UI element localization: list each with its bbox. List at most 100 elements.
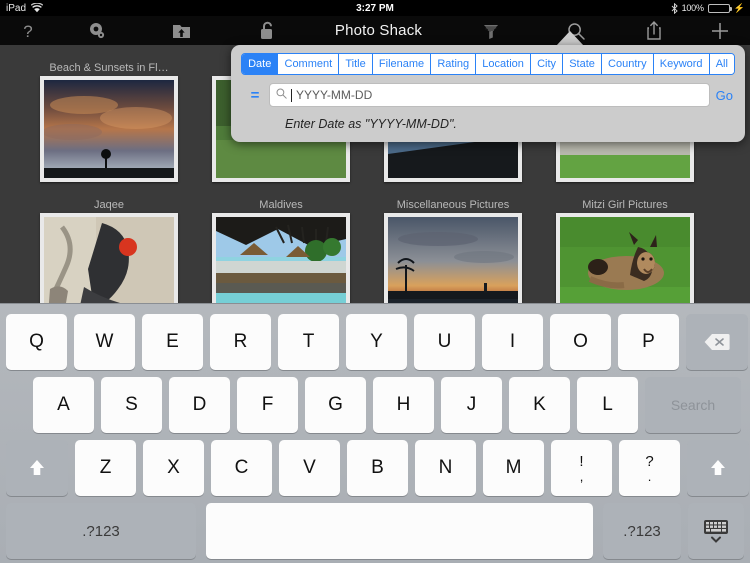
- text-caret: [291, 88, 292, 102]
- help-button[interactable]: ?: [0, 16, 56, 45]
- segment-location[interactable]: Location: [476, 54, 531, 74]
- charging-bolt-icon: ⚡: [733, 2, 745, 13]
- segment-city[interactable]: City: [530, 54, 564, 74]
- battery-charging-icon: [707, 3, 732, 13]
- add-button[interactable]: [690, 16, 750, 45]
- key-l[interactable]: L: [577, 377, 638, 433]
- key-s[interactable]: S: [101, 377, 162, 433]
- album-item[interactable]: Maldives: [195, 198, 367, 303]
- album-thumb-frame: [556, 213, 694, 303]
- album-thumb-frame: [40, 76, 178, 182]
- key-question-period[interactable]: ? .: [619, 440, 680, 496]
- upload-folder-button[interactable]: [138, 16, 224, 45]
- segment-state[interactable]: State: [563, 54, 602, 74]
- key-q[interactable]: Q: [6, 314, 67, 370]
- filter-button[interactable]: [448, 16, 533, 45]
- numeric-right-key[interactable]: .?123: [603, 503, 681, 559]
- key-m[interactable]: M: [483, 440, 544, 496]
- search-hint: Enter Date as "YYYY-MM-DD".: [285, 117, 457, 131]
- funnel-icon: [481, 21, 501, 41]
- search-row: = YYYY-MM-DD Go: [241, 82, 735, 108]
- key-period-label: .: [647, 468, 652, 484]
- album-label: Beach & Sunsets in Fl…: [49, 62, 169, 74]
- search-scope-segmented-control[interactable]: Date Comment Title Filename Rating Locat…: [241, 53, 735, 75]
- onscreen-keyboard: Q W E R T Y U I O P A S D F G H J K L Se…: [0, 303, 750, 563]
- share-button[interactable]: [618, 16, 690, 45]
- bluetooth-icon: [671, 2, 678, 14]
- shift-right-key[interactable]: [687, 440, 749, 496]
- go-button[interactable]: Go: [716, 88, 735, 103]
- album-label: Miscellaneous Pictures: [396, 199, 510, 211]
- album-item[interactable]: Jaqee: [23, 198, 195, 303]
- segment-country[interactable]: Country: [601, 54, 654, 74]
- segment-title[interactable]: Title: [339, 54, 373, 74]
- key-k[interactable]: K: [509, 377, 570, 433]
- key-exclamation-label: !: [579, 452, 584, 470]
- key-f[interactable]: F: [237, 377, 298, 433]
- album-item[interactable]: Beach & Sunsets in Fl…: [23, 61, 195, 187]
- album-item[interactable]: Mitzi Girl Pictures: [539, 198, 711, 303]
- segment-all[interactable]: All: [709, 54, 734, 74]
- search-key[interactable]: Search: [645, 377, 741, 433]
- album-label: Maldives: [259, 199, 303, 211]
- key-o[interactable]: O: [550, 314, 611, 370]
- key-v[interactable]: V: [279, 440, 340, 496]
- key-b[interactable]: B: [347, 440, 408, 496]
- search-icon: [276, 86, 287, 104]
- key-a[interactable]: A: [33, 377, 94, 433]
- album-thumbnail: [44, 80, 174, 178]
- key-n[interactable]: N: [415, 440, 476, 496]
- status-right: 100% ⚡: [671, 2, 745, 14]
- key-d[interactable]: D: [169, 377, 230, 433]
- numeric-left-key[interactable]: .?123: [6, 503, 196, 559]
- unlocked-padlock-icon: [258, 20, 276, 41]
- search-input[interactable]: YYYY-MM-DD: [269, 83, 710, 107]
- key-y[interactable]: Y: [346, 314, 407, 370]
- hide-keyboard-key[interactable]: [688, 503, 744, 559]
- hide-keyboard-icon: [701, 517, 731, 545]
- status-clock: 3:27 PM: [356, 2, 394, 14]
- settings-button[interactable]: [56, 16, 138, 45]
- key-g[interactable]: G: [305, 377, 366, 433]
- battery-percent: 100%: [681, 3, 704, 13]
- shift-arrow-up-icon: [26, 457, 48, 479]
- segment-keyword[interactable]: Keyword: [653, 54, 710, 74]
- popover-arrow: [556, 31, 584, 46]
- equals-icon[interactable]: =: [241, 88, 269, 103]
- segment-comment[interactable]: Comment: [278, 54, 340, 74]
- lock-button[interactable]: [224, 16, 309, 45]
- key-i[interactable]: I: [482, 314, 543, 370]
- plus-icon: [709, 20, 731, 42]
- space-key[interactable]: [206, 503, 593, 559]
- key-r[interactable]: R: [210, 314, 271, 370]
- key-j[interactable]: J: [441, 377, 502, 433]
- search-popover: Date Comment Title Filename Rating Locat…: [231, 45, 745, 142]
- segment-date[interactable]: Date: [242, 54, 279, 74]
- key-z[interactable]: Z: [75, 440, 136, 496]
- segment-rating[interactable]: Rating: [431, 54, 477, 74]
- album-thumb-frame: [40, 213, 178, 303]
- app-toolbar: ? Photo Shack: [0, 16, 750, 45]
- backspace-key[interactable]: [686, 314, 748, 370]
- gear-icon: [87, 21, 107, 41]
- key-comma-label: ,: [579, 468, 584, 484]
- key-c[interactable]: C: [211, 440, 272, 496]
- shift-left-key[interactable]: [6, 440, 68, 496]
- key-h[interactable]: H: [373, 377, 434, 433]
- svg-text:?: ?: [23, 22, 32, 41]
- key-u[interactable]: U: [414, 314, 475, 370]
- key-t[interactable]: T: [278, 314, 339, 370]
- key-x[interactable]: X: [143, 440, 204, 496]
- album-item[interactable]: Miscellaneous Pictures: [367, 198, 539, 303]
- key-w[interactable]: W: [74, 314, 135, 370]
- ipad-screen: iPad 3:27 PM 100% ⚡ ? Photo Shack Beach …: [0, 0, 750, 563]
- album-thumb-frame: [384, 213, 522, 303]
- key-e[interactable]: E: [142, 314, 203, 370]
- key-exclamation-comma[interactable]: ! ,: [551, 440, 612, 496]
- share-icon: [645, 20, 663, 41]
- album-thumb-frame: [212, 213, 350, 303]
- segment-filename[interactable]: Filename: [372, 54, 432, 74]
- key-p[interactable]: P: [618, 314, 679, 370]
- album-label: Mitzi Girl Pictures: [582, 199, 668, 211]
- album-thumbnail: [216, 217, 346, 303]
